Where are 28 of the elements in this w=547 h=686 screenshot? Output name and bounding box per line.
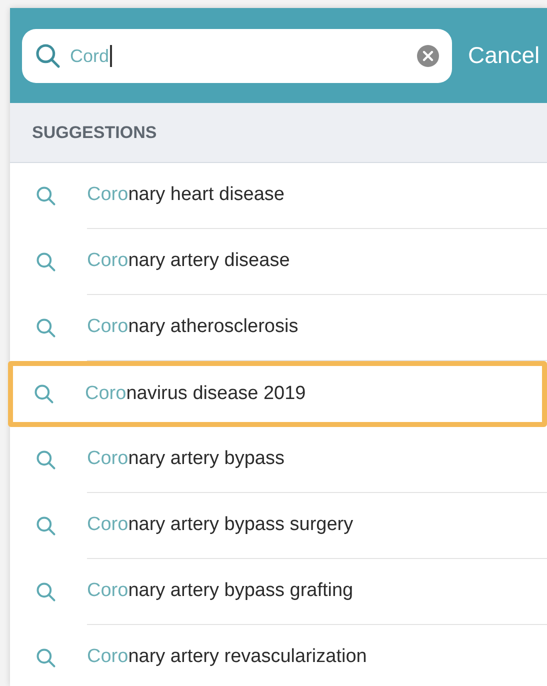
search-icon	[35, 185, 57, 207]
search-icon	[34, 42, 62, 70]
search-icon	[35, 251, 57, 273]
suggestion-item[interactable]: Coronary artery bypass grafting	[10, 559, 547, 625]
suggestion-text: Coronary artery disease	[87, 249, 290, 274]
suggestion-item[interactable]: Coronary artery bypass	[10, 427, 547, 493]
clear-icon[interactable]	[416, 44, 440, 68]
search-icon	[35, 647, 57, 669]
suggestion-text: Coronary atherosclerosis	[87, 315, 298, 340]
suggestion-text: Coronavirus disease 2019	[85, 382, 306, 406]
search-icon	[35, 449, 57, 471]
search-icon	[35, 317, 57, 339]
suggestion-item[interactable]: Coronary heart disease	[10, 163, 547, 229]
suggestion-item[interactable]: Coronary artery disease	[10, 229, 547, 295]
suggestion-text: Coronary heart disease	[87, 183, 285, 208]
suggestion-text: Coronary artery bypass grafting	[87, 579, 354, 604]
suggestion-text: Coronary artery bypass	[87, 447, 284, 472]
search-value: Cord	[70, 44, 112, 66]
suggestion-item[interactable]: Coronary artery bypass surgery	[10, 493, 547, 559]
suggestion-text: Coronary artery revascularization	[87, 645, 367, 670]
search-icon	[35, 515, 57, 537]
suggestion-item[interactable]: Coronary artery revascularization	[10, 625, 547, 686]
suggestion-item[interactable]: Coronavirus disease 2019	[8, 361, 547, 427]
section-title: SUGGESTIONS	[32, 122, 157, 144]
search-icon	[33, 383, 55, 405]
suggestion-item[interactable]: Coronary atherosclerosis	[10, 295, 547, 361]
search-icon	[35, 581, 57, 603]
suggestion-text: Coronary artery bypass surgery	[87, 513, 354, 538]
